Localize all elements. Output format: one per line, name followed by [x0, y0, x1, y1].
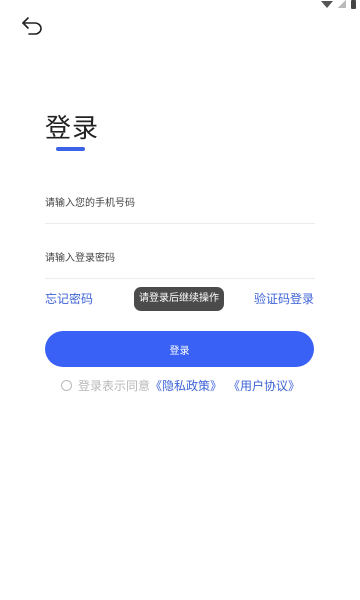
password-input[interactable] [45, 238, 315, 279]
back-arrow-icon [22, 17, 42, 35]
title-underline [56, 147, 85, 151]
toast-message: 请登录后继续操作 [134, 287, 224, 311]
agreement-text: 登录表示同意 [78, 379, 151, 393]
back-button[interactable] [20, 15, 46, 37]
privacy-policy-link[interactable]: 《隐私政策》 [150, 377, 222, 394]
page-title: 登录 [45, 114, 100, 144]
wifi-icon [321, 1, 333, 8]
phone-input[interactable] [45, 183, 315, 224]
user-agreement-link[interactable]: 《用户协议》 [228, 377, 300, 394]
signal-icon [338, 0, 346, 8]
battery-icon [351, 0, 356, 9]
login-button[interactable]: 登录 [45, 331, 314, 367]
sms-login-link[interactable]: 验证码登录 [254, 290, 314, 307]
forgot-password-link[interactable]: 忘记密码 [45, 290, 93, 307]
agreement-row: 登录表示同意 《隐私政策》 《用户协议》 [61, 377, 300, 394]
agreement-radio[interactable] [61, 380, 72, 391]
status-bar-icons [321, 0, 356, 12]
